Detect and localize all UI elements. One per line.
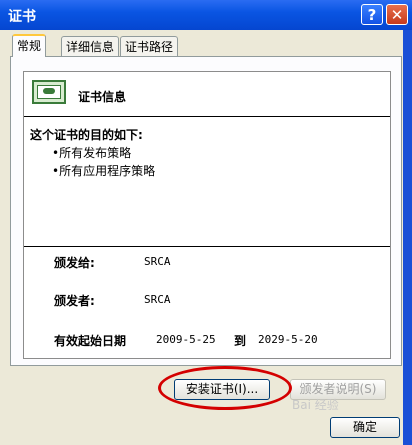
issued-by-label: 颁发者: (54, 294, 95, 308)
valid-to-value: 2029-5-20 (258, 333, 318, 346)
tab-general-label: 常规 (17, 39, 42, 53)
divider-top (24, 116, 390, 117)
issuer-statement-label: 颁发者说明(S) (299, 382, 377, 396)
valid-from-value: 2009-5-25 (156, 333, 216, 346)
general-tab-panel: 证书信息 这个证书的目的如下: •所有发布策略 •所有应用程序策略 颁发给: S… (10, 56, 402, 366)
window-title: 证书 (8, 9, 36, 25)
certificate-icon (32, 80, 66, 104)
certificate-dialog: 证书 ? ✕ 常规 详细信息 证书路径 证书信息 这个证书的目的如下: •所有发… (0, 0, 412, 445)
certificate-info-box: 证书信息 这个证书的目的如下: •所有发布策略 •所有应用程序策略 颁发给: S… (23, 71, 391, 359)
watermark: Bai 经验 (292, 396, 339, 413)
purpose-item: •所有应用程序策略 (52, 164, 156, 178)
tab-details[interactable]: 详细信息 (61, 36, 120, 56)
ok-label: 确定 (352, 420, 377, 434)
issued-to-label: 颁发给: (54, 256, 95, 270)
red-annotation-circle (158, 366, 292, 410)
purpose-heading: 这个证书的目的如下: (30, 128, 143, 142)
ok-button[interactable]: 确定 (330, 417, 400, 438)
certificate-info-title: 证书信息 (78, 90, 127, 104)
purpose-item: •所有发布策略 (52, 146, 132, 160)
validity-to-label: 到 (234, 334, 247, 348)
help-icon: ? (367, 6, 377, 24)
title-bar[interactable]: 证书 ? ✕ (0, 0, 412, 30)
issued-by-value: SRCA (144, 293, 171, 306)
tab-certification-path[interactable]: 证书路径 (120, 36, 179, 56)
tab-details-label: 详细信息 (66, 40, 115, 54)
close-button[interactable]: ✕ (386, 4, 408, 25)
tab-certification-path-label: 证书路径 (125, 40, 174, 54)
close-icon: ✕ (390, 6, 404, 24)
divider-middle (24, 246, 390, 247)
background-window-edge (403, 30, 412, 445)
issued-to-value: SRCA (144, 255, 171, 268)
watermark-text: Bai 经验 (292, 398, 339, 412)
validity-label: 有效起始日期 (54, 334, 127, 348)
tab-general[interactable]: 常规 (12, 34, 47, 57)
help-button[interactable]: ? (361, 4, 383, 25)
